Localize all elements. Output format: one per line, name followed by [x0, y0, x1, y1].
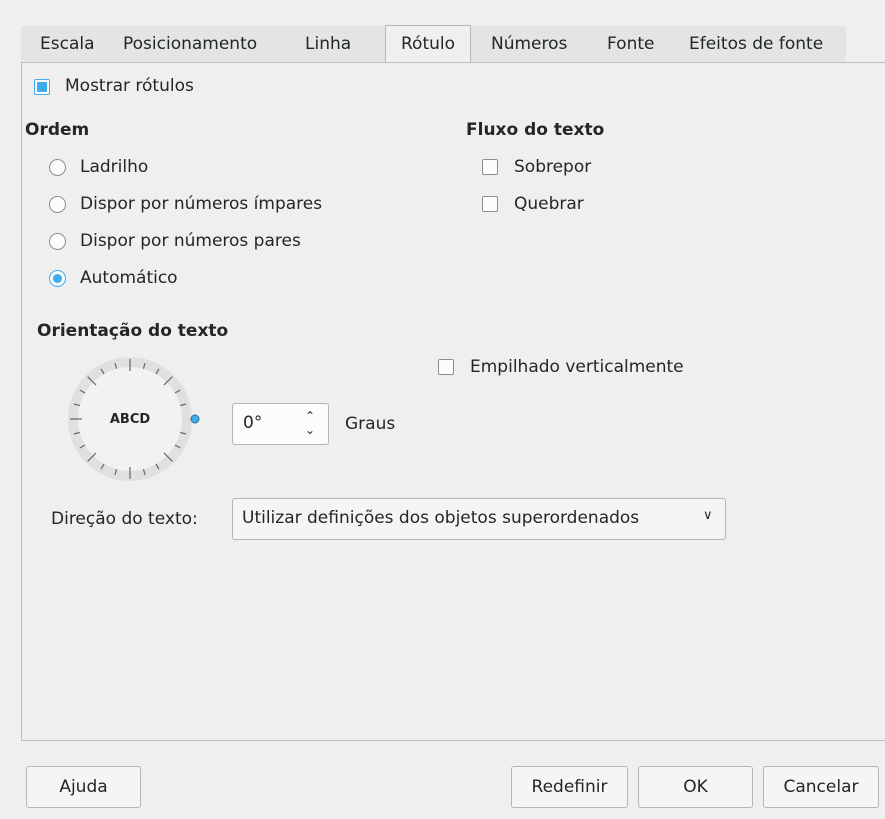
order-auto-label[interactable]: Automático	[80, 268, 178, 288]
tab-fonte[interactable]: Fonte	[607, 26, 654, 62]
stacked-checkbox[interactable]	[438, 359, 454, 375]
overlap-checkbox[interactable]	[482, 159, 498, 175]
show-labels-checkbox[interactable]	[34, 79, 50, 95]
stacked-label[interactable]: Empilhado verticalmente	[470, 357, 684, 377]
order-tile-radio[interactable]	[49, 159, 66, 176]
tab-linha[interactable]: Linha	[305, 26, 351, 62]
order-auto-radio[interactable]	[49, 270, 66, 287]
text-direction-select[interactable]: Utilizar definições dos objetos superord…	[232, 498, 726, 540]
tab-rotulo[interactable]: Rótulo	[385, 25, 472, 63]
spin-down-icon[interactable]: ⌄	[305, 424, 315, 436]
show-labels-label[interactable]: Mostrar rótulos	[65, 76, 194, 96]
degrees-spinbox[interactable]: 0° ⌃ ⌄	[232, 403, 329, 445]
cancel-button[interactable]: Cancelar	[763, 766, 879, 808]
order-even-label[interactable]: Dispor por números pares	[80, 231, 301, 251]
dial-svg: ABCD	[68, 357, 200, 481]
chevron-down-icon: ∨	[703, 508, 713, 523]
break-checkbox[interactable]	[482, 196, 498, 212]
reset-button[interactable]: Redefinir	[511, 766, 628, 808]
order-heading: Ordem	[25, 120, 90, 140]
help-button[interactable]: Ajuda	[26, 766, 141, 808]
text-direction-label: Direção do texto:	[51, 509, 198, 529]
degrees-label: Graus	[345, 414, 396, 434]
order-tile-label[interactable]: Ladrilho	[80, 157, 148, 177]
text-flow-heading: Fluxo do texto	[466, 120, 605, 140]
tab-bar: Escala Posicionamento Linha Rótulo Númer…	[21, 25, 846, 63]
break-label[interactable]: Quebrar	[514, 194, 584, 214]
spin-up-icon[interactable]: ⌃	[305, 410, 315, 422]
degrees-value[interactable]: 0°	[243, 413, 262, 433]
overlap-label[interactable]: Sobrepor	[514, 157, 591, 177]
order-even-radio[interactable]	[49, 233, 66, 250]
orientation-heading: Orientação do texto	[37, 321, 229, 341]
dial-handle[interactable]	[190, 414, 200, 424]
orientation-dial[interactable]: ABCD	[63, 351, 203, 487]
order-odd-radio[interactable]	[49, 196, 66, 213]
text-direction-value: Utilizar definições dos objetos superord…	[242, 508, 640, 528]
order-odd-label[interactable]: Dispor por números ímpares	[80, 194, 322, 214]
tab-escala[interactable]: Escala	[40, 26, 95, 62]
tab-numeros[interactable]: Números	[491, 26, 567, 62]
ok-button[interactable]: OK	[638, 766, 753, 808]
tab-posicionamento[interactable]: Posicionamento	[123, 26, 257, 62]
dial-text: ABCD	[110, 412, 151, 427]
tab-efeitos-de-fonte[interactable]: Efeitos de fonte	[689, 26, 823, 62]
